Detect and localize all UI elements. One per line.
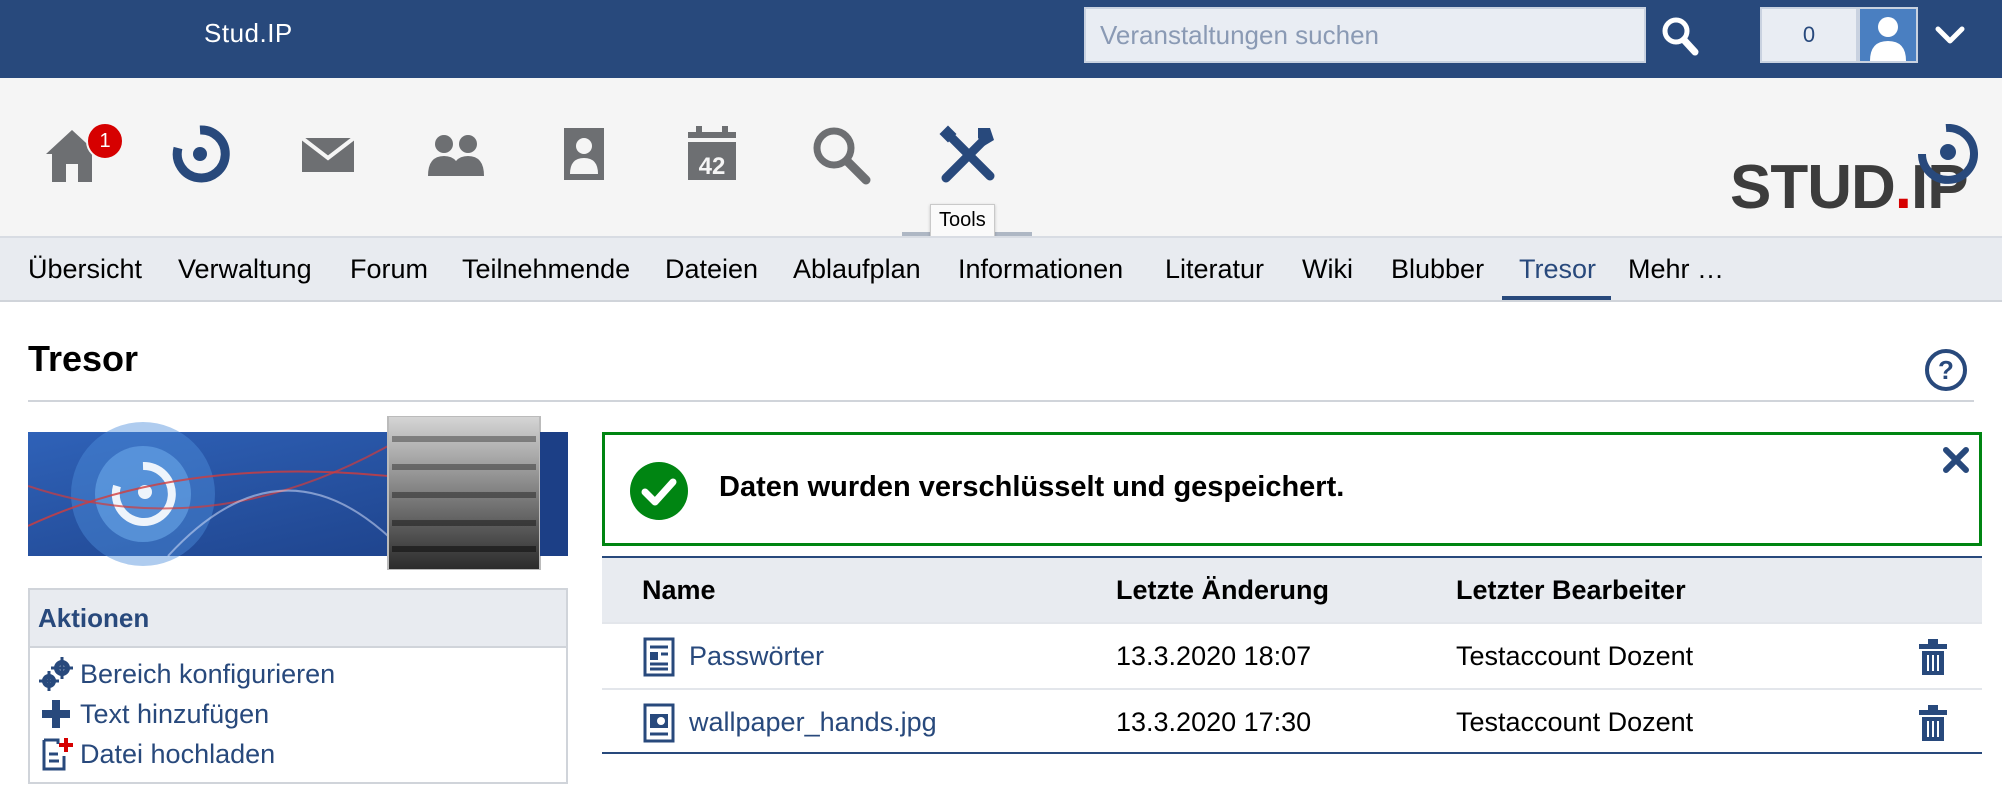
- close-icon[interactable]: [1941, 445, 1971, 475]
- person-icon[interactable]: [550, 120, 618, 188]
- last-changed: 13.3.2020 17:30: [1116, 707, 1312, 737]
- sidebar-banner-image: [27, 415, 568, 571]
- message-text: Daten wurden verschlüsselt und gespeiche…: [719, 471, 1345, 503]
- search-icon[interactable]: [806, 120, 874, 188]
- tab-uebersicht[interactable]: Übersicht: [28, 238, 142, 300]
- actions-widget: Aktionen Bereich konfigurieren Text hinz…: [28, 588, 568, 784]
- tab-forum[interactable]: Forum: [350, 238, 428, 300]
- column-header-editor[interactable]: Letzter Bearbeiter: [1456, 558, 1686, 622]
- text-file-icon: [642, 636, 676, 678]
- tab-mehr[interactable]: Mehr …: [1628, 238, 1724, 300]
- top-bar: Stud.IP 0: [0, 0, 2002, 78]
- page-title: Tresor: [28, 338, 139, 379]
- trash-icon[interactable]: [1918, 704, 1948, 742]
- last-changed: 13.3.2020 18:07: [1116, 641, 1312, 671]
- last-editor: Testaccount Dozent: [1456, 707, 1694, 737]
- tab-dateien[interactable]: Dateien: [665, 238, 758, 300]
- calendar-icon[interactable]: 42: [678, 120, 746, 188]
- seminar-icon[interactable]: [166, 120, 234, 188]
- studip-logo[interactable]: STUD.IP: [1730, 123, 1978, 222]
- tab-wiki[interactable]: Wiki: [1302, 238, 1353, 300]
- chevron-down-icon[interactable]: [1932, 20, 1968, 50]
- tab-tresor[interactable]: Tresor: [1519, 238, 1596, 300]
- brand-name[interactable]: Stud.IP: [204, 18, 293, 49]
- tools-icon[interactable]: [934, 120, 1002, 188]
- plus-icon: [38, 696, 74, 732]
- last-editor: Testaccount Dozent: [1456, 641, 1694, 671]
- column-header-changed[interactable]: Letzte Änderung: [1116, 558, 1329, 622]
- icon-navigation: 1 42 STUD.IP: [0, 78, 2002, 236]
- file-name-link[interactable]: Passwörter: [689, 624, 824, 688]
- notification-badge: 1: [86, 122, 124, 160]
- help-icon[interactable]: ?: [1924, 348, 1968, 392]
- magnifier-icon[interactable]: [1660, 14, 1700, 58]
- calendar-number: 42: [699, 153, 726, 180]
- vault-table: Name Letzte Änderung Letzter Bearbeiter …: [602, 556, 1982, 756]
- tab-blubber[interactable]: Blubber: [1391, 238, 1484, 300]
- svg-text:STUD.IP: STUD.IP: [1730, 153, 1968, 216]
- success-message: Daten wurden verschlüsselt und gespeiche…: [602, 432, 1982, 546]
- gears-icon: [38, 656, 74, 692]
- tab-verwaltung[interactable]: Verwaltung: [178, 238, 312, 300]
- upload-file-action[interactable]: Datei hochladen: [38, 736, 275, 772]
- title-divider: [28, 400, 1974, 402]
- community-icon[interactable]: [422, 120, 490, 188]
- check-circle-icon: [629, 461, 689, 521]
- tab-literatur[interactable]: Literatur: [1165, 238, 1264, 300]
- tab-teilnehmende[interactable]: Teilnehmende: [462, 238, 630, 300]
- tab-ablaufplan[interactable]: Ablaufplan: [793, 238, 921, 300]
- user-avatar-icon[interactable]: [1858, 7, 1918, 63]
- add-text-action[interactable]: Text hinzufügen: [38, 696, 269, 732]
- search-input[interactable]: [1084, 7, 1646, 63]
- file-add-icon: [38, 736, 74, 772]
- table-header: Name Letzte Änderung Letzter Bearbeiter: [602, 558, 1982, 622]
- trash-icon[interactable]: [1918, 638, 1948, 676]
- notification-counter[interactable]: 0: [1760, 7, 1858, 63]
- mail-icon[interactable]: [294, 120, 362, 188]
- table-bottom-border: [602, 752, 1982, 754]
- actions-title: Aktionen: [30, 590, 566, 648]
- course-tab-bar: Übersicht Verwaltung Forum Teilnehmende …: [0, 236, 2002, 302]
- column-header-name[interactable]: Name: [642, 558, 716, 622]
- table-row: wallpaper_hands.jpg 13.3.2020 17:30 Test…: [602, 688, 1982, 756]
- file-name-link[interactable]: wallpaper_hands.jpg: [689, 690, 937, 754]
- image-file-icon: [642, 702, 676, 744]
- tools-tooltip: Tools: [930, 204, 995, 237]
- configure-area-action[interactable]: Bereich konfigurieren: [38, 656, 335, 692]
- tab-informationen[interactable]: Informationen: [958, 238, 1123, 300]
- action-label: Text hinzufügen: [80, 698, 270, 729]
- action-label: Bereich konfigurieren: [80, 658, 336, 689]
- action-label: Datei hochladen: [80, 738, 276, 769]
- svg-text:?: ?: [1938, 355, 1954, 385]
- active-tab-indicator: [1502, 296, 1611, 300]
- table-row: Passwörter 13.3.2020 18:07 Testaccount D…: [602, 622, 1982, 690]
